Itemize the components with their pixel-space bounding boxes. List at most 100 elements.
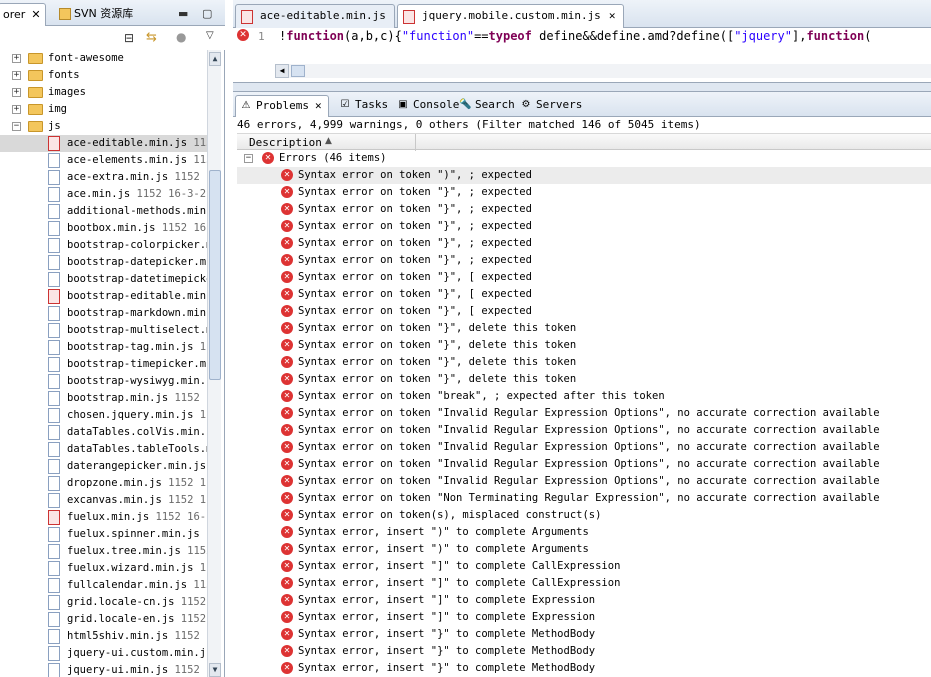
tree-file[interactable]: bootstrap-tag.min.js 11 (0, 339, 207, 356)
tree-file[interactable]: dataTables.colVis.min.j (0, 424, 207, 441)
problem-row[interactable]: ✕ Syntax error on token "Invalid Regular … (237, 456, 931, 473)
problem-row[interactable]: ✕ Syntax error on token "}", [ expected (237, 286, 931, 303)
tree-file[interactable]: grid.locale-cn.js 1152 (0, 594, 207, 611)
tree-file[interactable]: fullcalendar.min.js 115 (0, 577, 207, 594)
tree-file[interactable]: bootstrap-wysiwyg.min.j (0, 373, 207, 390)
problem-row[interactable]: ✕ Syntax error on token "}", ; expected (237, 218, 931, 235)
tree-file[interactable]: bootstrap-timepicker.mi (0, 356, 207, 373)
tree-folder[interactable]: + images (0, 84, 207, 101)
expand-icon[interactable]: + (12, 71, 21, 80)
problem-row[interactable]: ✕ Syntax error on token "}", delete this … (237, 320, 931, 337)
problem-row[interactable]: ✕ Syntax error, insert "}" to complete Me… (237, 626, 931, 643)
chevron-down-icon[interactable]: ▽ (206, 30, 214, 41)
problem-row[interactable]: ✕ Syntax error on token "Non Terminating … (237, 490, 931, 507)
tree-file[interactable]: jquery-ui.min.js 1152 (0, 662, 207, 677)
problem-row[interactable]: ✕ Syntax error on token "}", delete this … (237, 371, 931, 388)
tree-file[interactable]: bootstrap-datepicker.mi (0, 254, 207, 271)
collapse-icon[interactable]: − (244, 154, 253, 163)
column-divider[interactable] (415, 134, 416, 151)
tab-tasks[interactable]: ☑ Tasks (335, 95, 389, 117)
error-marker-icon[interactable]: ✕ (237, 29, 249, 41)
tree-scrollbar[interactable]: ▲ ▼ (207, 50, 221, 677)
tree-folder[interactable]: + font-awesome (0, 50, 207, 67)
problem-row[interactable]: ✕ Syntax error, insert "}" to complete Me… (237, 660, 931, 677)
link-editor-icon[interactable]: ⇆ (146, 30, 157, 45)
tree-file[interactable]: ace-editable.min.js 115 (0, 135, 207, 152)
splitter[interactable] (233, 83, 931, 91)
problem-row[interactable]: ✕ Syntax error on token "Invalid Regular … (237, 473, 931, 490)
tree-file[interactable]: bootstrap-editable.min. (0, 288, 207, 305)
problem-row[interactable]: ✕ Syntax error on token "}", [ expected (237, 269, 931, 286)
tree-file[interactable]: bootstrap-colorpicker.m (0, 237, 207, 254)
problem-row[interactable]: ✕ Syntax error, insert "]" to complete Ex… (237, 609, 931, 626)
tree-folder[interactable]: + fonts (0, 67, 207, 84)
expand-icon[interactable]: − (12, 122, 21, 131)
tab-servers[interactable]: ⚙ Servers (516, 95, 583, 117)
problem-row[interactable]: ✕ Syntax error on token "}", ; expected (237, 235, 931, 252)
problem-row[interactable]: ✕ Syntax error, insert "]" to complete Ca… (237, 575, 931, 592)
problem-row[interactable]: ✕ Syntax error on token "}", ; expected (237, 184, 931, 201)
tab-console[interactable]: ▣ Console (393, 95, 459, 117)
tree-file[interactable]: html5shiv.min.js 1152 (0, 628, 207, 645)
problem-row[interactable]: ✕ Syntax error, insert "]" to complete Ex… (237, 592, 931, 609)
editor-hscrollbar[interactable]: ◀ (275, 64, 931, 78)
tree-file[interactable]: bootstrap-multiselect.m (0, 322, 207, 339)
close-icon[interactable]: ✕ (609, 9, 616, 22)
problem-row[interactable]: ✕ Syntax error, insert "]" to complete Ca… (237, 558, 931, 575)
problem-row[interactable]: ✕ Syntax error, insert "}" to complete Me… (237, 643, 931, 660)
editor-tab[interactable]: ace-editable.min.js (235, 4, 395, 28)
tree-file[interactable]: fuelux.min.js 1152 16- (0, 509, 207, 526)
scroll-down-icon[interactable]: ▼ (209, 663, 221, 677)
tree-file[interactable]: dropzone.min.js 1152 1 (0, 475, 207, 492)
tree-folder[interactable]: + img (0, 101, 207, 118)
problem-row[interactable]: ✕ Syntax error on token "}", ; expected (237, 201, 931, 218)
close-icon[interactable]: ✕ (315, 99, 322, 112)
tree-file[interactable]: additional-methods.min. (0, 203, 207, 220)
hscroll-thumb[interactable] (291, 65, 305, 77)
close-icon[interactable]: ✕ (31, 8, 40, 21)
scroll-thumb[interactable] (209, 170, 221, 380)
problem-row[interactable]: ✕ Syntax error on token "Invalid Regular … (237, 405, 931, 422)
maximize-icon[interactable]: ▢ (202, 7, 212, 20)
tree-file[interactable]: ace.min.js 1152 16-3-2 (0, 186, 207, 203)
tree-file[interactable]: jquery-ui.custom.min.js (0, 645, 207, 662)
expand-icon[interactable]: + (12, 88, 21, 97)
scroll-up-icon[interactable]: ▲ (209, 52, 221, 66)
editor-tab[interactable]: jquery.mobile.custom.min.js ✕ (397, 4, 625, 28)
tab-svn-repository[interactable]: SVN 资源库 (56, 3, 137, 26)
column-header[interactable]: Description ▲ (237, 133, 931, 151)
tree-file[interactable]: dataTables.tableTools.m (0, 441, 207, 458)
tree-file[interactable]: ace-extra.min.js 1152 (0, 169, 207, 186)
problem-row[interactable]: ✕ Syntax error on token "Invalid Regular … (237, 422, 931, 439)
tree-folder[interactable]: − js (0, 118, 207, 135)
problem-row[interactable]: ✕ Syntax error on token "}", delete this … (237, 337, 931, 354)
minimize-icon[interactable]: ▬ (178, 7, 188, 20)
tree-file[interactable]: chosen.jquery.min.js 11 (0, 407, 207, 424)
tree-file[interactable]: bootbox.min.js 1152 16 (0, 220, 207, 237)
expand-icon[interactable]: + (12, 54, 21, 63)
tree-file[interactable]: grid.locale-en.js 1152 (0, 611, 207, 628)
tree-file[interactable]: bootstrap-markdown.min. (0, 305, 207, 322)
problem-row[interactable]: ✕ Syntax error on token(s), misplaced con… (237, 507, 931, 524)
tree-file[interactable]: daterangepicker.min.js (0, 458, 207, 475)
tree-file[interactable]: ace-elements.min.js 115 (0, 152, 207, 169)
column-description[interactable]: Description (249, 136, 322, 149)
collapse-all-icon[interactable]: ⊟ (124, 31, 134, 45)
problem-row[interactable]: ✕ Syntax error on token "}", [ expected (237, 303, 931, 320)
view-menu-icon[interactable]: ● (176, 30, 186, 44)
problem-row[interactable]: ✕ Syntax error on token "Invalid Regular … (237, 439, 931, 456)
scroll-left-icon[interactable]: ◀ (275, 64, 289, 78)
tree-file[interactable]: excanvas.min.js 1152 1 (0, 492, 207, 509)
tab-explorer[interactable]: orer ✕ (0, 3, 46, 26)
tree-file[interactable]: fuelux.wizard.min.js 11 (0, 560, 207, 577)
problem-row[interactable]: ✕ Syntax error, insert ")" to complete Ar… (237, 524, 931, 541)
problem-row[interactable]: ✕ Syntax error on token "break", ; expect… (237, 388, 931, 405)
errors-group[interactable]: − ✕ Errors (46 items) (237, 150, 931, 167)
problem-row[interactable]: ✕ Syntax error on token "}", ; expected (237, 252, 931, 269)
problem-row[interactable]: ✕ Syntax error on token ")", ; expected (237, 167, 931, 184)
tab-search[interactable]: 🔦 Search (455, 95, 515, 117)
tree-file[interactable]: bootstrap-datetimepicke (0, 271, 207, 288)
code-editor[interactable]: ✕ 1 !function(a,b,c){"function"==typeof … (233, 28, 931, 83)
problem-row[interactable]: ✕ Syntax error, insert ")" to complete Ar… (237, 541, 931, 558)
problem-row[interactable]: ✕ Syntax error on token "}", delete this … (237, 354, 931, 371)
